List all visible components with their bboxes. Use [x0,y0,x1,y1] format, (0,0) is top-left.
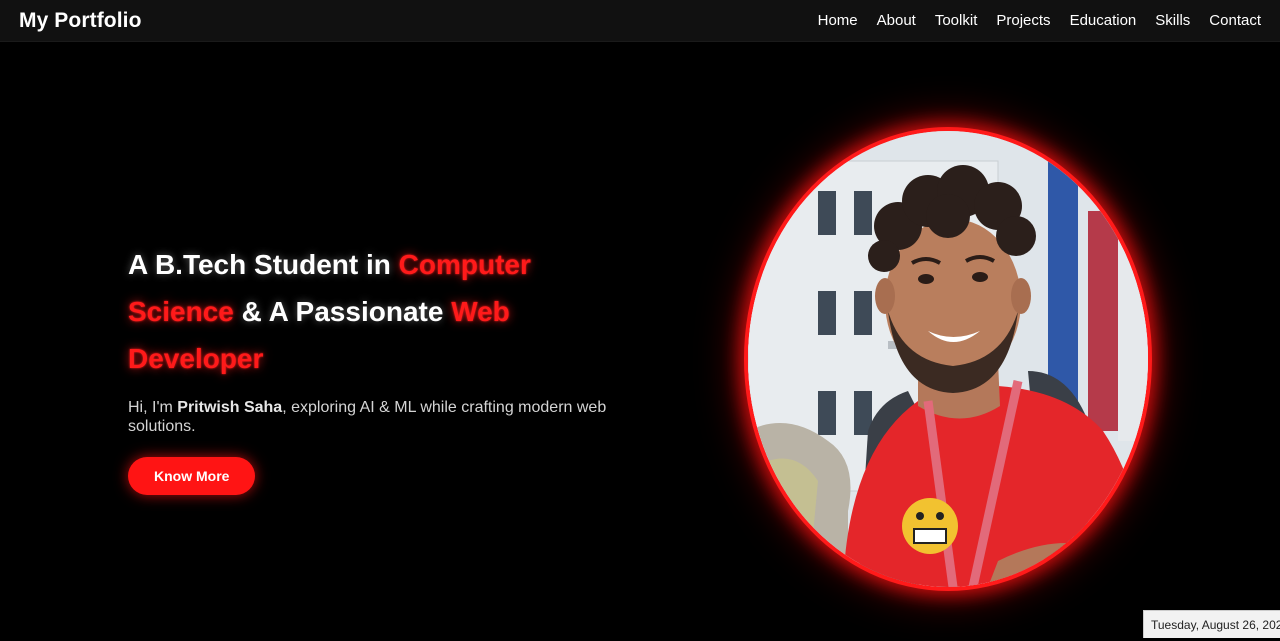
headline-part-1: A B.Tech Student in [128,249,399,280]
hero-section: A B.Tech Student in Computer Science & A… [0,43,1280,637]
nav-link-skills[interactable]: Skills [1155,12,1190,29]
nav-links: Home About Toolkit Projects Education Sk… [799,12,1261,29]
profile-photo [744,127,1152,591]
date-display: Tuesday, August 26, 2025 [1143,610,1280,638]
hero-text: A B.Tech Student in Computer Science & A… [128,241,608,495]
nav-link-projects[interactable]: Projects [996,12,1050,29]
intro-prefix: Hi, I'm [128,399,178,416]
know-more-button[interactable]: Know More [128,457,256,495]
nav-link-education[interactable]: Education [1070,12,1137,29]
headline-part-3: & A Passionate [233,296,452,327]
hero-headline: A B.Tech Student in Computer Science & A… [128,241,608,382]
navbar: My Portfolio Home About Toolkit Projects… [0,0,1280,42]
nav-link-home[interactable]: Home [818,12,858,29]
intro-name: Pritwish Saha [177,399,283,416]
nav-link-about[interactable]: About [877,12,916,29]
nav-link-contact[interactable]: Contact [1209,12,1261,29]
profile-photo-illustration [748,131,1148,587]
nav-link-toolkit[interactable]: Toolkit [935,12,978,29]
brand-title[interactable]: My Portfolio [19,9,142,33]
hero-intro: Hi, I'm Pritwish Saha, exploring AI & ML… [128,398,628,436]
